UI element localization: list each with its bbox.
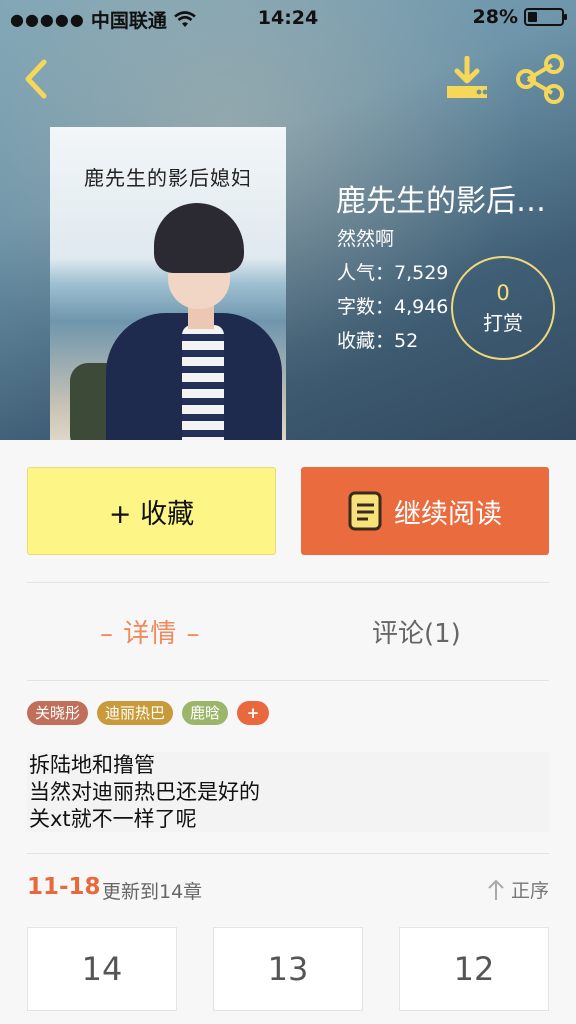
tip-count: 0 bbox=[496, 280, 510, 305]
favorites-stat: 收藏：52 bbox=[337, 330, 419, 352]
update-date: 11-18 bbox=[27, 874, 101, 900]
back-icon[interactable] bbox=[18, 56, 54, 102]
popularity-stat: 人气：7,529 bbox=[337, 262, 449, 284]
cover-art-hair bbox=[154, 203, 244, 273]
cover-title: 鹿先生的影后媳妇 bbox=[84, 166, 252, 190]
share-icon[interactable] bbox=[514, 54, 566, 104]
tag-guan-xiaotong[interactable]: 关晓彤 bbox=[27, 701, 89, 725]
battery-percent: 28% bbox=[472, 6, 518, 28]
tag-list: 关晓彤 迪丽热巴 鹿晗 + bbox=[27, 701, 270, 725]
tag-dilireba[interactable]: 迪丽热巴 bbox=[97, 701, 174, 725]
sort-order-label: 正序 bbox=[510, 880, 549, 902]
book-cover[interactable]: 鹿先生的影后媳妇 bbox=[50, 127, 286, 440]
description-line: 拆陆地和撸管 bbox=[29, 753, 155, 777]
battery-level bbox=[528, 12, 537, 22]
book-title: 鹿先生的影后… bbox=[336, 184, 546, 219]
tab-detail[interactable]: – 详情 – bbox=[100, 613, 201, 650]
tag-luhan[interactable]: 鹿晗 bbox=[182, 701, 229, 725]
add-favorite-button[interactable]: + 收藏 bbox=[27, 467, 276, 555]
book-icon bbox=[348, 491, 382, 531]
description-line: 当然对迪丽热巴还是好的 bbox=[29, 780, 260, 804]
continue-reading-label: 继续阅读 bbox=[394, 498, 502, 530]
book-author[interactable]: 然然啊 bbox=[337, 224, 394, 251]
chapter-cell[interactable]: 13 bbox=[213, 927, 363, 1011]
battery-icon bbox=[524, 8, 567, 26]
download-icon[interactable] bbox=[442, 56, 492, 102]
divider bbox=[27, 853, 549, 854]
divider bbox=[27, 680, 549, 681]
update-row: 11-18 更新到14章 正序 bbox=[27, 872, 549, 906]
cover-art-shirt bbox=[182, 325, 224, 440]
status-right: 28% bbox=[472, 6, 567, 28]
arrow-up-icon bbox=[488, 879, 504, 900]
tip-button[interactable]: 0 打赏 bbox=[451, 256, 555, 360]
chapter-cell[interactable]: 14 bbox=[27, 927, 177, 1011]
chapter-cell[interactable]: 12 bbox=[399, 927, 549, 1011]
update-text: 更新到14章 bbox=[102, 881, 203, 903]
status-bar: ●●●●● 中国联通 14:24 28% bbox=[0, 0, 576, 38]
add-tag-button[interactable]: + bbox=[237, 701, 270, 725]
divider bbox=[27, 582, 549, 583]
continue-reading-button[interactable]: 继续阅读 bbox=[301, 467, 549, 555]
tab-comments[interactable]: 评论(1) bbox=[372, 613, 461, 650]
description-line: 关xt就不一样了呢 bbox=[29, 807, 197, 831]
book-description: 拆陆地和撸管 当然对迪丽热巴还是好的 关xt就不一样了呢 bbox=[27, 752, 549, 832]
sort-order-button[interactable]: 正序 bbox=[487, 876, 549, 903]
tip-label: 打赏 bbox=[483, 310, 523, 335]
word-count-stat: 字数：4,946 bbox=[337, 296, 449, 318]
